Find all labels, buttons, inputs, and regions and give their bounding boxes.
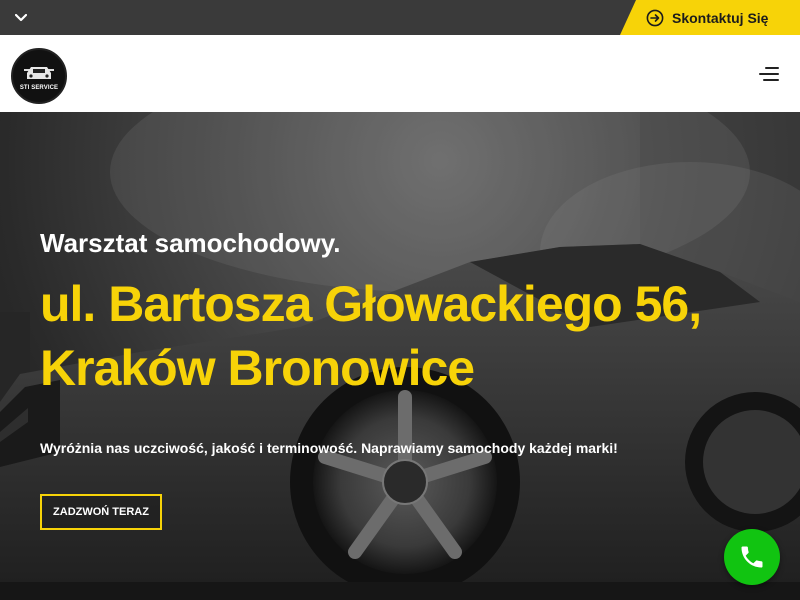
floating-call-button[interactable] xyxy=(724,529,780,585)
logo-text: STI SERVICE xyxy=(19,85,59,91)
hero-subtitle: Warsztat samochodowy. xyxy=(40,228,341,258)
phone-icon xyxy=(741,546,763,568)
hamburger-menu-icon[interactable] xyxy=(759,67,779,81)
hero-title: ul. Bartosza Głowackiego 56, Kraków Bron… xyxy=(40,276,702,396)
contact-button-label: Skontaktuj Się xyxy=(672,9,769,26)
contact-button[interactable]: Skontaktuj Się xyxy=(620,0,800,35)
arrow-right-circle-icon xyxy=(646,9,664,27)
hero-description: Wyróżnia nas uczciwość, jakość i termino… xyxy=(40,440,618,456)
chevron-down-icon[interactable] xyxy=(12,9,30,27)
top-bar: Skontaktuj Się xyxy=(0,0,800,35)
site-logo[interactable]: STI SERVICE xyxy=(11,48,67,104)
hero-section: Warsztat samochodowy. ul. Bartosza Głowa… xyxy=(0,112,800,600)
site-header: STI SERVICE xyxy=(0,35,800,112)
call-now-button[interactable]: ZADZWOŃ TERAZ xyxy=(40,494,162,530)
logo-car-icon xyxy=(24,67,54,79)
